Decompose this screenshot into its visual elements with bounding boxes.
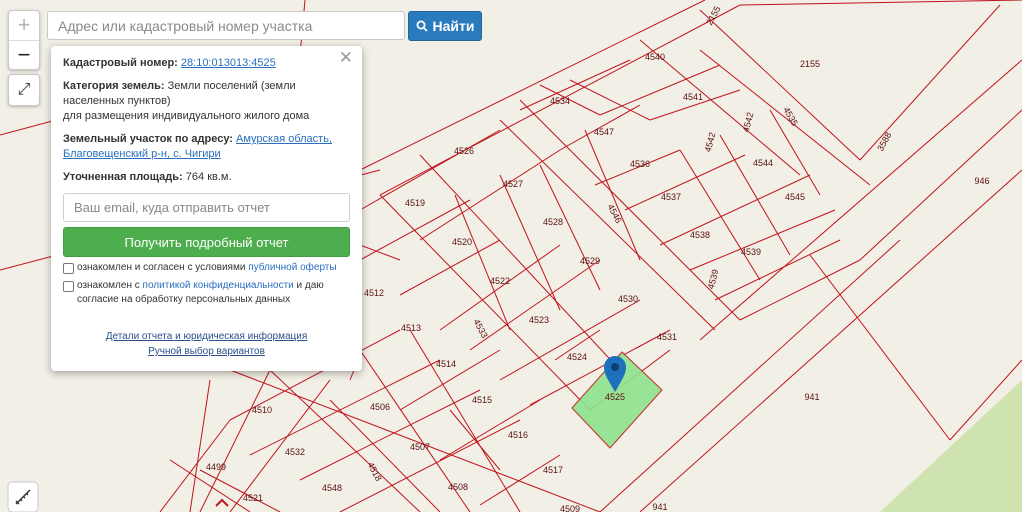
parcel-label: 4548 bbox=[322, 483, 342, 493]
public-offer-link[interactable]: публичной оферты bbox=[248, 262, 336, 273]
consent-privacy: ознакомлен с политикой конфиденциальност… bbox=[63, 279, 350, 307]
parcel-label: 941 bbox=[804, 392, 819, 402]
parcel-label: 4515 bbox=[472, 395, 492, 405]
parcel-label: 4544 bbox=[753, 158, 773, 168]
zoom-in-button[interactable]: + bbox=[9, 11, 39, 41]
parcel-label: 4547 bbox=[594, 127, 614, 137]
consent-privacy-text: ознакомлен с bbox=[77, 280, 140, 291]
parcel-label: 4540 bbox=[645, 52, 665, 62]
fullscreen-button[interactable]: ⤢ bbox=[8, 74, 40, 106]
manual-selection-link[interactable]: Ручной выбор вариантов bbox=[148, 346, 265, 357]
address-label: Земельный участок по адресу: bbox=[63, 133, 233, 145]
parcel-label: 4531 bbox=[657, 332, 677, 342]
parcel-label: 4537 bbox=[661, 192, 681, 202]
parcel-label: 2155 bbox=[800, 59, 820, 69]
consent-privacy-checkbox[interactable] bbox=[63, 281, 74, 292]
parcel-label: 941 bbox=[652, 502, 667, 512]
parcel-label: 4541 bbox=[683, 92, 703, 102]
search-input[interactable] bbox=[47, 11, 405, 40]
search-button[interactable]: Найти bbox=[408, 11, 482, 41]
parcel-label: 4516 bbox=[508, 430, 528, 440]
cadastral-number-row: Кадастровый номер: 28:10:013013:4525 bbox=[63, 56, 350, 71]
land-use-value: для размещения индивидуального жилого до… bbox=[63, 110, 310, 122]
parcel-label: 4530 bbox=[618, 294, 638, 304]
parcel-label: 4507 bbox=[410, 442, 430, 452]
parcel-label: 4519 bbox=[405, 198, 425, 208]
parcel-label: 4514 bbox=[436, 359, 456, 369]
parcel-label: 4536 bbox=[630, 159, 650, 169]
zoom-control: + − bbox=[8, 10, 40, 70]
parcel-label: 4526 bbox=[454, 146, 474, 156]
consent-offer-checkbox[interactable] bbox=[63, 263, 74, 274]
parcel-label: 4545 bbox=[785, 192, 805, 202]
parcel-label: 4510 bbox=[252, 405, 272, 415]
consent-offer: ознакомлен и согласен с условиями публич… bbox=[63, 261, 350, 275]
area-row: Уточненная площадь: 764 кв.м. bbox=[63, 170, 350, 185]
address-row: Земельный участок по адресу: Амурская об… bbox=[63, 132, 350, 162]
parcel-label: 4538 bbox=[690, 230, 710, 240]
privacy-policy-link[interactable]: политикой конфиденциальности bbox=[143, 280, 294, 291]
land-category-label: Категория земель: bbox=[63, 80, 165, 92]
parcel-label: 4517 bbox=[543, 465, 563, 475]
expand-icon: ⤢ bbox=[17, 81, 31, 98]
parcel-label: 4523 bbox=[529, 315, 549, 325]
email-field[interactable] bbox=[63, 193, 350, 222]
search-icon bbox=[416, 20, 428, 32]
search-button-label: Найти bbox=[432, 18, 475, 34]
parcel-label: 4528 bbox=[543, 217, 563, 227]
cadastral-number-link[interactable]: 28:10:013013:4525 bbox=[181, 57, 276, 69]
cadastral-number-label: Кадастровый номер: bbox=[63, 57, 178, 69]
parcel-label: 4524 bbox=[567, 352, 587, 362]
popup-links: Детали отчета и юридическая информация Р… bbox=[63, 329, 350, 359]
parcel-label: 4506 bbox=[370, 402, 390, 412]
parcel-label: 4509 bbox=[560, 504, 580, 512]
parcel-label: 4527 bbox=[503, 179, 523, 189]
parcel-label: 4513 bbox=[401, 323, 421, 333]
close-icon[interactable]: ✕ bbox=[339, 49, 353, 66]
parcel-label: 4499 bbox=[206, 462, 226, 472]
ruler-icon[interactable] bbox=[7, 481, 39, 512]
parcel-label: 4534 bbox=[550, 96, 570, 106]
parcel-label: 4525 bbox=[605, 392, 625, 402]
report-details-link[interactable]: Детали отчета и юридическая информация bbox=[106, 331, 308, 342]
consent-offer-text: ознакомлен и согласен с условиями bbox=[77, 262, 246, 273]
parcel-label: 4529 bbox=[580, 256, 600, 266]
parcel-label: 4532 bbox=[285, 447, 305, 457]
area-label: Уточненная площадь: bbox=[63, 171, 183, 183]
parcel-info-popup: ✕ Кадастровый номер: 28:10:013013:4525 К… bbox=[51, 46, 362, 371]
parcel-label: 4521 bbox=[243, 493, 263, 503]
parcel-label: 4522 bbox=[490, 276, 510, 286]
parcel-label: 946 bbox=[974, 176, 989, 186]
parcel-label: 4512 bbox=[364, 288, 384, 298]
area-value: 764 кв.м. bbox=[185, 171, 232, 183]
land-category-row: Категория земель: Земли поселений (земли… bbox=[63, 79, 350, 124]
get-report-button[interactable]: Получить подробный отчет bbox=[63, 227, 350, 257]
zoom-out-button[interactable]: − bbox=[9, 41, 39, 70]
parcel-label: 4508 bbox=[448, 482, 468, 492]
parcel-label: 4520 bbox=[452, 237, 472, 247]
parcel-label: 4539 bbox=[741, 247, 761, 257]
